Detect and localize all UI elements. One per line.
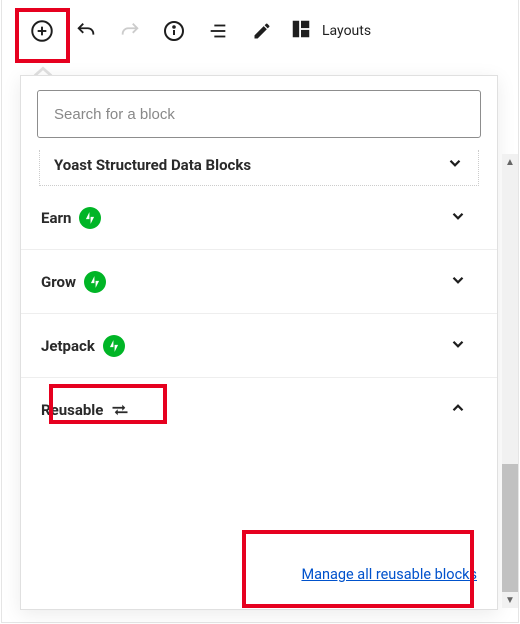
category-grow[interactable]: Grow	[21, 250, 497, 314]
category-list: Earn Grow	[21, 186, 497, 442]
jetpack-icon	[103, 335, 125, 357]
reusable-icon	[111, 401, 129, 419]
chevron-down-icon	[449, 271, 467, 293]
info-button[interactable]	[152, 9, 196, 53]
editor-toolbar: Layouts	[2, 0, 518, 62]
jetpack-icon	[84, 271, 106, 293]
layouts-label: Layouts	[322, 23, 371, 39]
layouts-button[interactable]: Layouts	[290, 9, 371, 53]
category-earn[interactable]: Earn	[21, 186, 497, 250]
scroll-down-button[interactable]: ▼	[502, 592, 518, 608]
category-yoast[interactable]: Yoast Structured Data Blocks	[39, 150, 479, 186]
scrollbar-thumb[interactable]	[502, 464, 518, 592]
search-wrap	[21, 76, 497, 150]
category-label: Reusable	[41, 401, 103, 419]
editor-frame: Layouts Yoast Structured Data Blocks Ear…	[1, 0, 519, 623]
manage-reusable-link[interactable]: Manage all reusable blocks	[301, 566, 477, 583]
outline-button[interactable]	[196, 9, 240, 53]
scroll-up-button[interactable]: ▲	[502, 154, 518, 170]
chevron-down-icon	[446, 154, 464, 176]
category-reusable[interactable]: Reusable	[21, 378, 497, 442]
block-inserter-panel: Yoast Structured Data Blocks Earn	[20, 75, 498, 610]
chevron-down-icon	[449, 207, 467, 229]
category-jetpack[interactable]: Jetpack	[21, 314, 497, 378]
category-label: Jetpack	[41, 337, 95, 355]
search-input[interactable]	[37, 90, 481, 138]
category-label: Grow	[41, 273, 76, 291]
chevron-down-icon	[449, 335, 467, 357]
category-label: Earn	[41, 209, 71, 227]
layouts-icon	[290, 18, 312, 44]
redo-button	[108, 9, 152, 53]
jetpack-icon	[79, 207, 101, 229]
edit-button[interactable]	[240, 9, 284, 53]
category-label: Yoast Structured Data Blocks	[54, 156, 251, 174]
add-block-button[interactable]	[20, 9, 64, 53]
undo-button[interactable]	[64, 9, 108, 53]
chevron-up-icon	[449, 399, 467, 421]
